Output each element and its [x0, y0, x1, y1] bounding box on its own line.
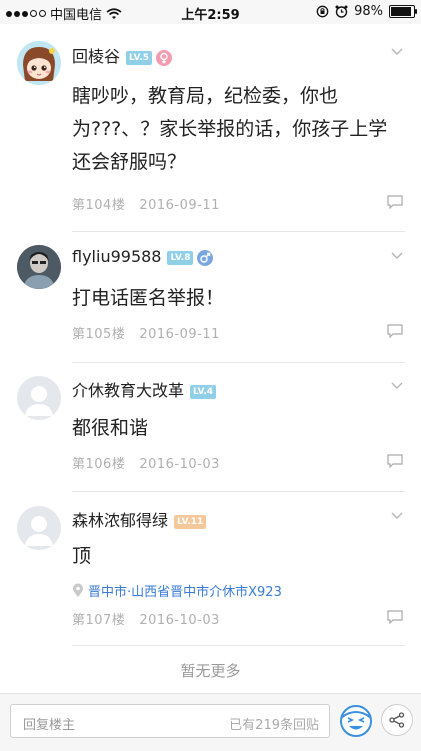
reply-count: 已有219条回贴	[229, 718, 319, 733]
username[interactable]: 回棱谷 LV.5	[72, 43, 172, 67]
post-meta: 第106楼 2016-10-03	[72, 453, 220, 472]
floor-number: 第104楼	[72, 198, 126, 213]
share-button[interactable]	[381, 704, 413, 736]
rotation-lock-icon	[316, 5, 329, 18]
username-text[interactable]: 森林浓郁得绿	[72, 511, 168, 530]
emoji-icon[interactable]	[338, 703, 374, 739]
post-meta: 第107楼 2016-10-03	[72, 609, 220, 628]
comment-icon[interactable]	[387, 324, 403, 338]
reply-input[interactable]: 回复楼主 已有219条回贴	[10, 704, 330, 738]
comment-icon[interactable]	[387, 454, 403, 468]
alarm-icon	[335, 5, 348, 18]
post-date: 2016-09-11	[139, 198, 220, 213]
username-text[interactable]: 介休教育大改革	[72, 381, 184, 400]
comment-icon[interactable]	[387, 195, 403, 209]
post-meta: 第105楼 2016-09-11	[72, 323, 220, 342]
post-content: 瞎吵吵，教育局，纪检委，你也为???、？家长举报的话，你孩子上学还会舒服吗？	[72, 85, 388, 173]
photo-avatar-icon	[17, 245, 61, 289]
post-item: flyliu99588 LV.8 打电话匿名举报！ 第105楼 2016-09-11	[0, 232, 421, 362]
male-gender-icon	[197, 249, 214, 266]
floor-number: 第107楼	[72, 613, 126, 628]
location-text[interactable]: 晋中市·山西省晋中市介休市X923	[88, 581, 282, 600]
avatar[interactable]	[17, 506, 61, 550]
level-badge: LV.5	[126, 50, 152, 65]
post-date: 2016-10-03	[139, 613, 220, 628]
level-badge: LV.4	[190, 384, 216, 399]
post-date: 2016-10-03	[139, 457, 220, 472]
comment-icon[interactable]	[387, 610, 403, 624]
post-meta: 第104楼 2016-09-11	[72, 194, 220, 213]
divider	[72, 645, 405, 646]
share-icon	[389, 712, 405, 728]
post-item: 介休教育大改革 LV.4 都很和谐 第106楼 2016-10-03	[0, 363, 421, 491]
bottom-reply-bar: 回复楼主 已有219条回贴	[0, 693, 421, 751]
reply-placeholder: 回复楼主	[23, 718, 76, 733]
username[interactable]: 介休教育大改革 LV.4	[72, 377, 216, 401]
chevron-down-icon[interactable]	[391, 48, 403, 56]
level-badge: LV.8	[167, 250, 194, 265]
default-user-icon	[25, 386, 53, 416]
chevron-down-icon[interactable]	[391, 252, 403, 260]
username[interactable]: flyliu99588 LV.8	[72, 247, 214, 266]
avatar[interactable]	[17, 245, 61, 289]
default-user-icon	[25, 516, 53, 546]
floor-number: 第106楼	[72, 457, 126, 472]
level-badge: LV.11	[174, 514, 207, 529]
status-bar: 中国电信 上午2:59 98%	[0, 0, 421, 24]
floor-number: 第105楼	[72, 327, 126, 342]
battery-icon	[389, 5, 417, 18]
chevron-down-icon[interactable]	[391, 382, 403, 390]
post-content: 顶	[72, 545, 92, 567]
avatar[interactable]	[17, 41, 61, 85]
post-content: 打电话匿名举报！	[72, 287, 225, 309]
no-more-text: 暂无更多	[180, 662, 241, 680]
username-text[interactable]: flyliu99588	[72, 247, 161, 266]
post-date: 2016-09-11	[139, 327, 220, 342]
cartoon-avatar-icon	[17, 41, 61, 85]
username[interactable]: 森林浓郁得绿 LV.11	[72, 507, 207, 531]
avatar[interactable]	[17, 376, 61, 420]
location-pin-icon	[73, 583, 83, 597]
post-item: 回棱谷 LV.5 瞎吵吵，教育局，纪检委，你也为???、？家长举报的话，你孩子上学…	[0, 24, 421, 231]
battery-percent: 98%	[354, 4, 383, 19]
chevron-down-icon[interactable]	[391, 512, 403, 520]
post-location[interactable]: 晋中市·山西省晋中市介休市X923	[72, 581, 282, 600]
post-item: 森林浓郁得绿 LV.11 顶 晋中市·山西省晋中市介休市X923 第107楼 201…	[0, 492, 421, 642]
username-text[interactable]: 回棱谷	[72, 47, 120, 66]
female-gender-icon	[156, 49, 172, 66]
post-content: 都很和谐	[72, 417, 149, 439]
status-icons: 98%	[316, 4, 417, 19]
